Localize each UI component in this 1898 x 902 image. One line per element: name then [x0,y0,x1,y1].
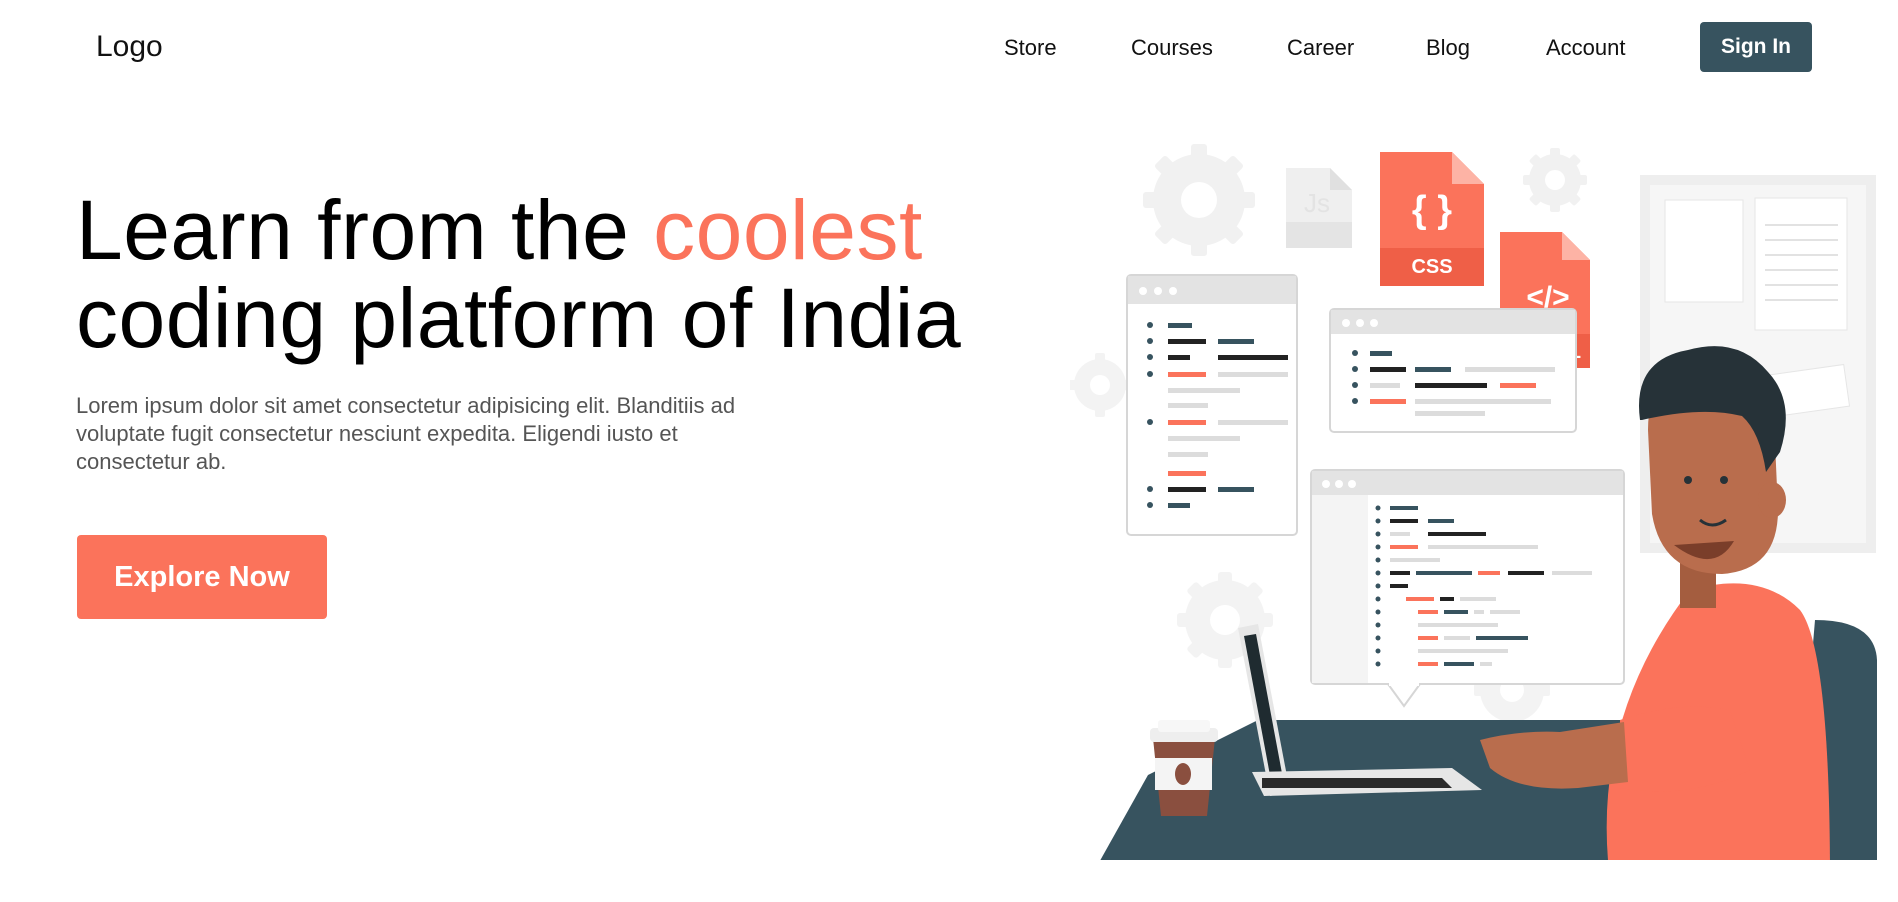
nav-link-courses[interactable]: Courses [1131,35,1213,61]
gear-icon [1070,353,1132,417]
js-file-icon: Js [1286,168,1352,248]
nav-links: Store Courses Career Blog Account [0,35,1898,61]
explore-now-button[interactable]: Explore Now [77,535,327,619]
gear-icon [1523,148,1587,212]
code-window-left [1126,274,1298,536]
css-badge: CSS [1411,256,1452,278]
code-window-main [1310,469,1625,708]
code-window-middle [1329,308,1577,433]
navbar: Logo Store Courses Career Blog Account S… [0,0,1898,96]
nav-link-store[interactable]: Store [1004,35,1057,61]
css-file-icon: { } CSS [1380,152,1484,286]
sign-in-button[interactable]: Sign In [1700,22,1812,72]
gear-icon [1143,144,1255,256]
nav-link-blog[interactable]: Blog [1426,35,1470,61]
developer-illustration: Js { } CSS </> ML [1070,144,1877,860]
nav-link-career[interactable]: Career [1287,35,1354,61]
hero-title: Learn from the coolest coding platform of… [76,186,961,362]
hero-title-text: Learn from the [76,183,654,277]
js-badge: Js [1304,188,1330,218]
hero-title-accent: coolest [653,183,923,277]
hero-title-line2: coding platform of India [76,271,962,365]
coffee-cup-icon [1150,720,1218,816]
hero-description: Lorem ipsum dolor sit amet consectetur a… [76,393,736,474]
braces-glyph: { } [1412,189,1452,231]
nav-link-account[interactable]: Account [1546,35,1626,61]
